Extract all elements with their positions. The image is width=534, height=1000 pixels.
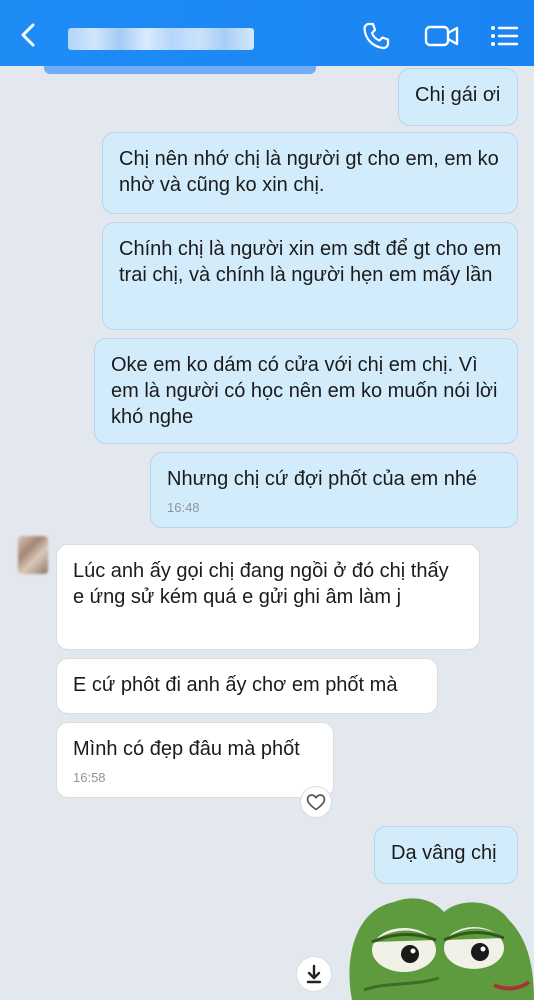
download-button[interactable] bbox=[296, 956, 332, 992]
message-bubble-outgoing[interactable]: Chính chị là người xin em sđt để gt cho … bbox=[102, 222, 518, 330]
message-text: Chị gái ơi bbox=[415, 84, 501, 106]
phone-icon[interactable] bbox=[360, 20, 392, 52]
message-text: Lúc anh ấy gọi chị đang ngồi ở đó chị th… bbox=[73, 560, 449, 608]
message-bubble-outgoing[interactable]: Dạ vâng chị bbox=[374, 826, 518, 884]
message-text: Chính chị là người xin em sđt để gt cho … bbox=[119, 238, 502, 286]
download-icon bbox=[306, 964, 322, 984]
message-timestamp: 16:58 bbox=[73, 770, 106, 785]
message-text: Oke em ko dám có cửa với chị em chị. Vì … bbox=[111, 354, 498, 428]
reaction-button[interactable] bbox=[300, 786, 332, 818]
message-text: Chị nên nhớ chị là người gt cho em, em k… bbox=[119, 148, 499, 196]
message-text: E cứ phôt đi anh ấy chơ em phốt mà bbox=[73, 674, 398, 696]
message-bubble-incoming[interactable]: E cứ phôt đi anh ấy chơ em phốt mà bbox=[56, 658, 438, 714]
chat-header bbox=[0, 0, 534, 66]
message-bubble-outgoing[interactable]: Chị gái ơi bbox=[398, 68, 518, 126]
message-text: Nhưng chị cứ đợi phốt của em nhé bbox=[167, 468, 478, 490]
message-bubble-outgoing[interactable]: Chị nên nhớ chị là người gt cho em, em k… bbox=[102, 132, 518, 214]
list-menu-icon[interactable] bbox=[488, 20, 520, 52]
avatar[interactable] bbox=[18, 536, 48, 574]
message-bubble-incoming[interactable]: Lúc anh ấy gọi chị đang ngồi ở đó chị th… bbox=[56, 544, 480, 650]
message-text: Mình có đẹp đâu mà phốt bbox=[73, 738, 300, 760]
chevron-left-icon[interactable] bbox=[14, 20, 44, 50]
pepe-frog-sticker[interactable] bbox=[344, 890, 534, 1000]
message-bubble-incoming[interactable]: Mình có đẹp đâu mà phốt 16:58 bbox=[56, 722, 334, 798]
pinned-bar bbox=[44, 66, 316, 74]
video-camera-icon[interactable] bbox=[424, 20, 460, 52]
message-text: Dạ vâng chị bbox=[391, 842, 497, 864]
contact-name-blurred[interactable] bbox=[68, 28, 254, 50]
message-bubble-outgoing[interactable]: Oke em ko dám có cửa với chị em chị. Vì … bbox=[94, 338, 518, 444]
message-bubble-outgoing[interactable]: Nhưng chị cứ đợi phốt của em nhé 16:48 bbox=[150, 452, 518, 528]
message-timestamp: 16:48 bbox=[167, 500, 200, 515]
heart-icon bbox=[306, 794, 326, 811]
